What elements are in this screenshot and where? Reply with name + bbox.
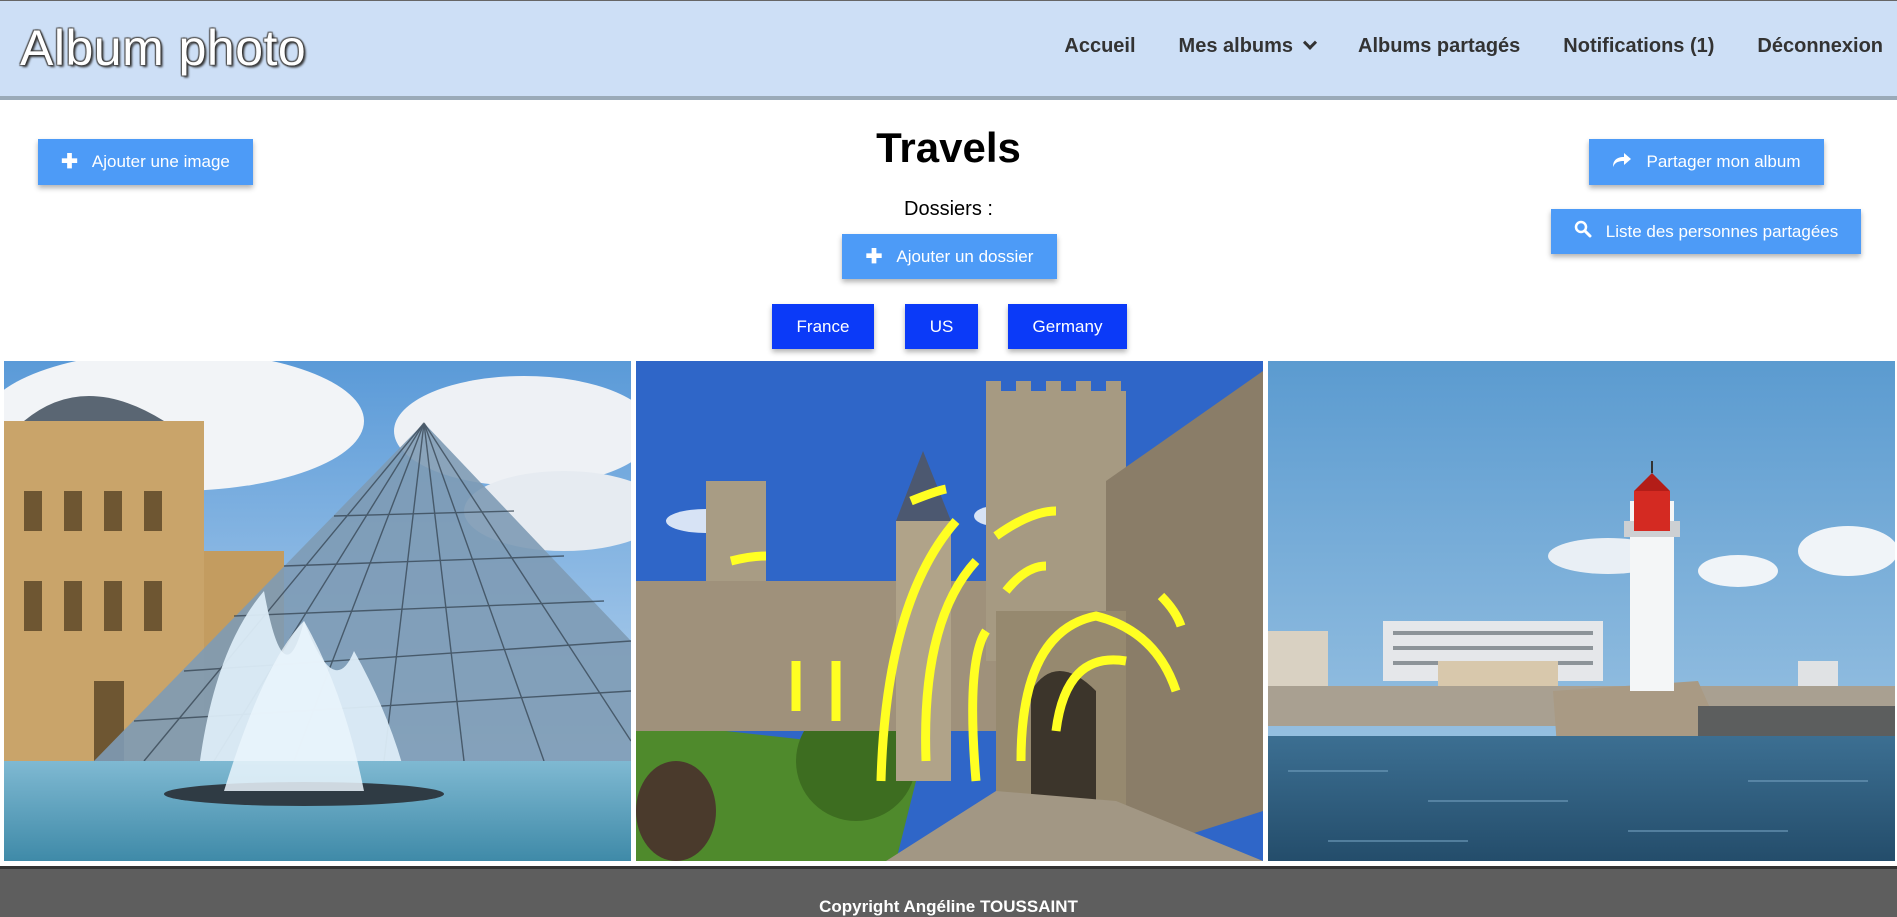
nav-shared-albums[interactable]: Albums partagés — [1358, 35, 1520, 58]
share-album-button[interactable]: Partager mon album — [1589, 139, 1824, 185]
photo-carcassonne[interactable] — [636, 361, 1263, 861]
add-folder-label: Ajouter un dossier — [896, 246, 1034, 266]
share-icon — [1612, 152, 1632, 173]
nav-home[interactable]: Accueil — [1064, 35, 1135, 58]
nav-notifications-label: Notifications (1) — [1563, 35, 1715, 57]
photo-louvre[interactable] — [4, 361, 631, 861]
share-album-label: Partager mon album — [1646, 152, 1801, 171]
shared-people-button[interactable]: Liste des personnes partagées — [1551, 209, 1861, 254]
search-icon — [1574, 220, 1592, 243]
top-navbar: Album photo Accueil Mes albums Albums pa… — [0, 0, 1897, 100]
nav-home-label: Accueil — [1064, 35, 1136, 57]
main-nav: Accueil Mes albums Albums partagés Notif… — [1064, 35, 1883, 58]
nav-logout[interactable]: Déconnexion — [1757, 35, 1883, 58]
nav-my-albums-dropdown[interactable]: Mes albums — [1178, 35, 1318, 58]
folder-button-germany[interactable]: Germany — [1008, 304, 1127, 349]
folder-button-us[interactable]: US — [905, 304, 978, 349]
shared-people-label: Liste des personnes partagées — [1605, 221, 1839, 241]
site-brand[interactable]: Album photo — [20, 19, 306, 77]
nav-my-albums-label: Mes albums — [1178, 35, 1294, 57]
nav-notifications[interactable]: Notifications (1) — [1563, 35, 1714, 58]
nav-shared-albums-label: Albums partagés — [1358, 35, 1521, 57]
chevron-down-icon — [1302, 35, 1318, 50]
plus-icon: ✚ — [865, 245, 883, 268]
copyright-text: Copyright Angéline TOUSSAINT — [819, 897, 1078, 916]
photo-lighthouse[interactable] — [1268, 361, 1895, 861]
folder-button-france[interactable]: France — [772, 304, 874, 349]
footer: Copyright Angéline TOUSSAINT — [0, 866, 1897, 917]
add-folder-button[interactable]: ✚ Ajouter un dossier — [842, 234, 1057, 279]
nav-logout-label: Déconnexion — [1757, 35, 1883, 57]
